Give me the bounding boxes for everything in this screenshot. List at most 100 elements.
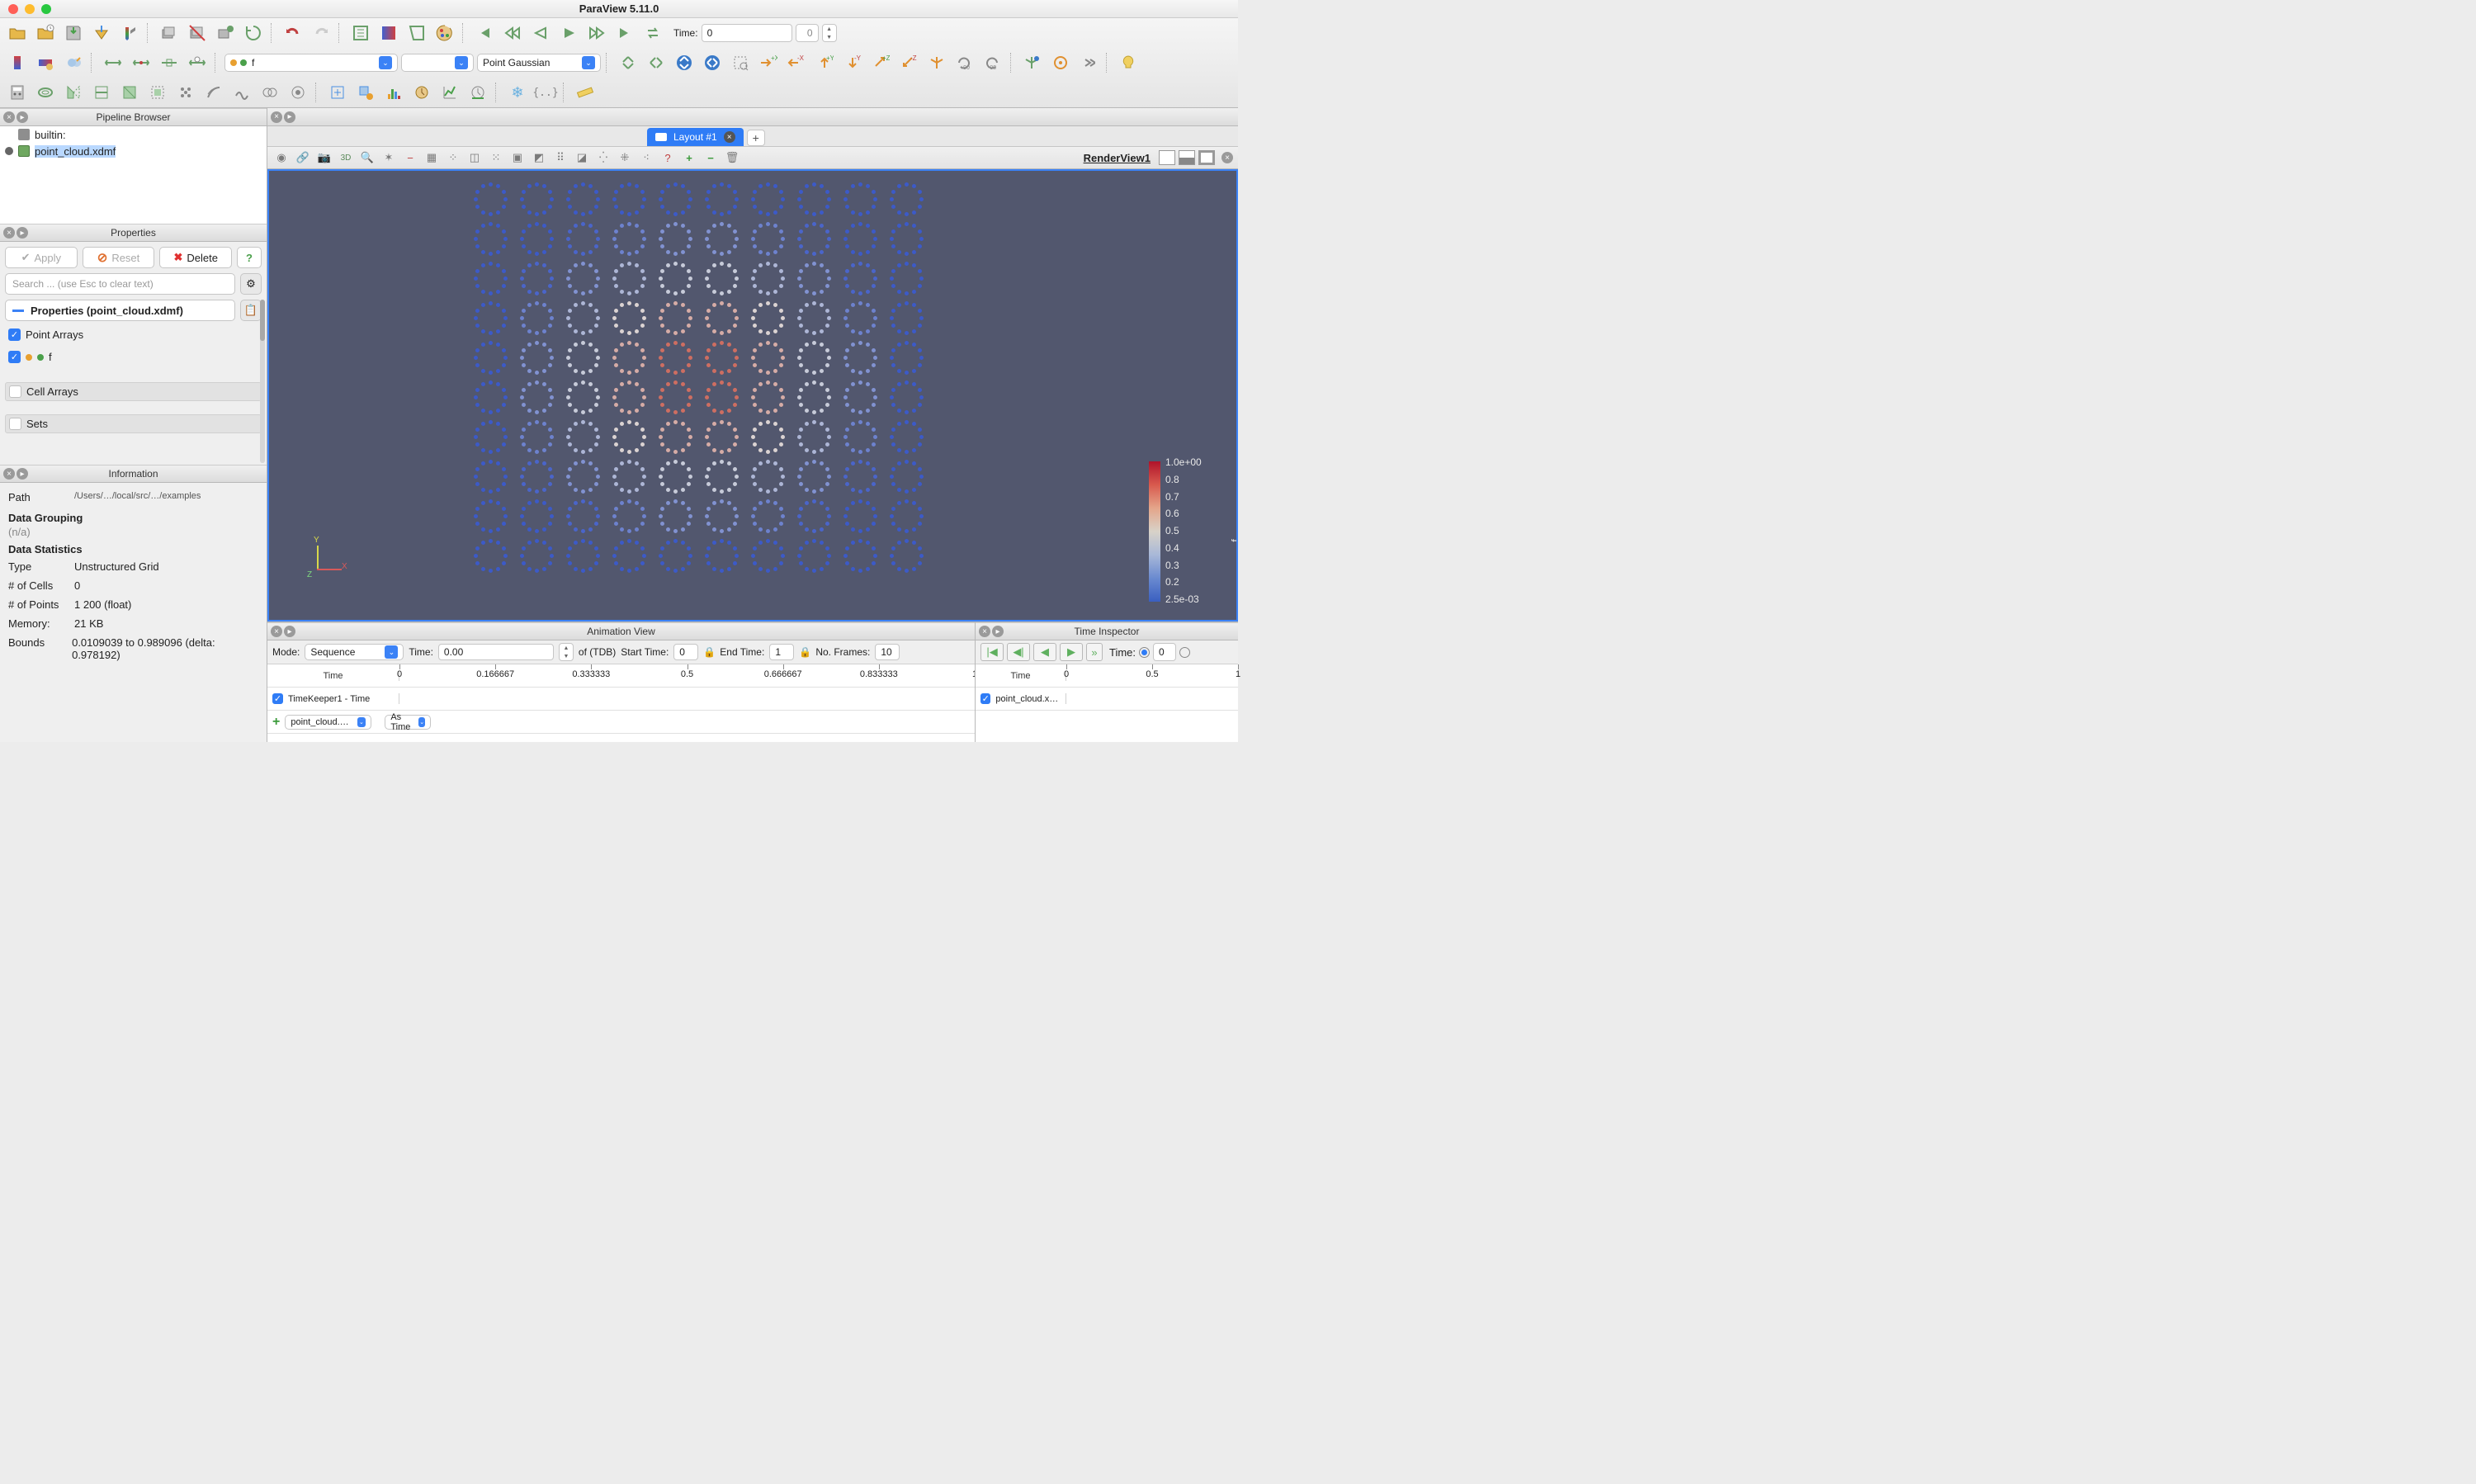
track-source-combo[interactable]: point_cloud.xdmf⌄ <box>285 715 371 730</box>
threshold-icon[interactable] <box>117 80 142 105</box>
rotate-cw-icon[interactable]: +90 <box>952 50 977 75</box>
extract-grid-icon[interactable] <box>145 80 170 105</box>
reset-button[interactable]: ⊘Reset <box>83 247 155 268</box>
ti-more-icon[interactable]: » <box>1086 643 1103 661</box>
calculator-icon[interactable] <box>5 80 30 105</box>
checkbox-icon[interactable] <box>9 385 21 398</box>
screenshot-icon[interactable]: 📷 <box>315 149 333 167</box>
pipeline-source[interactable]: point_cloud.xdmf <box>0 143 267 159</box>
trash-icon[interactable]: 🗑 <box>723 149 741 167</box>
representation-combo[interactable]: Point Gaussian ⌄ <box>477 54 601 72</box>
add-selection-icon[interactable]: + <box>680 149 698 167</box>
time-spinner[interactable]: ▲▼ <box>822 24 837 42</box>
warp-icon[interactable] <box>229 80 254 105</box>
float-panel-icon[interactable]: ▸ <box>284 111 295 123</box>
vcr-reverse-icon[interactable] <box>528 21 553 45</box>
edit-colormap-icon[interactable] <box>33 50 58 75</box>
ti-first-icon[interactable]: |◀ <box>980 643 1004 661</box>
lock-icon[interactable]: 🔒 <box>799 646 810 658</box>
checkbox-icon[interactable] <box>9 418 21 430</box>
zoom-to-box-icon[interactable] <box>728 50 753 75</box>
arrows-time-icon[interactable] <box>185 50 210 75</box>
copy-button[interactable]: 📋 <box>240 300 262 321</box>
clear-selection-icon[interactable]: ? <box>659 149 677 167</box>
zoom-icon[interactable]: 🔍 <box>358 149 376 167</box>
add-tab-button[interactable]: + <box>747 130 765 146</box>
minus-y-icon[interactable]: -Y <box>840 50 865 75</box>
contour-filter-icon[interactable] <box>376 21 401 45</box>
histogram-icon[interactable] <box>381 80 406 105</box>
ti-back-icon[interactable]: ◀| <box>1007 643 1030 661</box>
select-block-icon[interactable]: ▣ <box>508 149 527 167</box>
num-frames-field[interactable]: 10 <box>875 644 900 660</box>
checkbox-icon[interactable]: ✓ <box>8 351 21 363</box>
minus-z-icon[interactable]: -Z <box>896 50 921 75</box>
disconnect-icon[interactable] <box>185 21 210 45</box>
interactive-select-points-icon[interactable]: ⠿ <box>551 149 569 167</box>
help-button[interactable]: ? <box>237 247 262 268</box>
frame-radio[interactable] <box>1179 647 1190 658</box>
stream-tracer-icon[interactable] <box>201 80 226 105</box>
ruler-icon[interactable] <box>573 80 598 105</box>
advanced-toggle-icon[interactable]: ⚙ <box>240 273 262 295</box>
reset-camera-icon[interactable] <box>616 50 640 75</box>
lock-icon[interactable]: 🔒 <box>703 646 715 658</box>
coloring-combo[interactable]: f ⌄ <box>224 54 398 72</box>
color-palette-icon[interactable] <box>117 21 142 45</box>
split-h-icon[interactable] <box>1159 150 1175 165</box>
delete-button[interactable]: ✖Delete <box>159 247 232 268</box>
clip-icon[interactable] <box>61 80 86 105</box>
pipeline-server[interactable]: builtin: <box>0 126 267 143</box>
time-radio[interactable] <box>1139 647 1150 658</box>
point-arrays-check[interactable]: ✓ Point Arrays <box>5 326 262 343</box>
isometric-icon[interactable] <box>924 50 949 75</box>
calculator-filter-icon[interactable] <box>348 21 373 45</box>
lightbulb-icon[interactable] <box>1116 50 1141 75</box>
reset-camera-x-icon[interactable] <box>672 50 697 75</box>
rescale-icon[interactable] <box>61 50 86 75</box>
scalar-bar-icon[interactable] <box>5 50 30 75</box>
vcr-forward-icon[interactable] <box>584 21 609 45</box>
contour-icon[interactable] <box>33 80 58 105</box>
layout-tab[interactable]: Layout #1 × <box>647 128 744 146</box>
time-index-field[interactable]: 0 <box>796 24 819 42</box>
hover-cells-icon[interactable]: ◪ <box>573 149 591 167</box>
f-array-check[interactable]: ✓ f <box>5 348 262 366</box>
minus-icon[interactable]: − <box>401 149 419 167</box>
checkbox-icon[interactable]: ✓ <box>272 693 283 704</box>
add-track-row[interactable]: + point_cloud.xdmf⌄ As Time⌄ <box>267 715 399 730</box>
sets-check[interactable]: Sets <box>5 414 262 433</box>
vcr-first-icon[interactable] <box>472 21 497 45</box>
extract-level-icon[interactable] <box>286 80 310 105</box>
properties-search[interactable]: Search ... (use Esc to clear text) <box>5 273 235 295</box>
animation-time-spinner[interactable]: ▲▼ <box>559 643 574 661</box>
show-center-icon[interactable] <box>1048 50 1073 75</box>
time-inspector-timeline[interactable]: Time 00.51 ✓ point_cloud.xdmf <box>976 664 1238 742</box>
open-file-icon[interactable] <box>5 21 30 45</box>
reload-icon[interactable] <box>241 21 266 45</box>
ti-play-icon[interactable]: ▶ <box>1060 643 1083 661</box>
link-camera-icon[interactable]: 🔗 <box>294 149 312 167</box>
pipeline-browser[interactable]: builtin: point_cloud.xdmf <box>0 126 267 224</box>
group-icon[interactable] <box>258 80 282 105</box>
server-icon[interactable] <box>213 21 238 45</box>
vcr-last-icon[interactable] <box>612 21 637 45</box>
save-data-icon[interactable] <box>61 21 86 45</box>
maximize-icon[interactable] <box>1198 150 1215 165</box>
selection-display-icon[interactable] <box>325 80 350 105</box>
add-icon[interactable]: + <box>272 715 280 730</box>
visibility-icon[interactable] <box>5 147 13 155</box>
shrink-selection-icon[interactable]: ⁖ <box>637 149 655 167</box>
ti-reverse-icon[interactable]: ◀ <box>1033 643 1056 661</box>
render-view[interactable]: Y X Z 1.0e+000.80.70.60.50.40.30.22.5e-0… <box>267 169 1238 621</box>
copy-camera-icon[interactable]: ◉ <box>272 149 291 167</box>
component-combo[interactable]: ⌄ <box>401 54 474 72</box>
load-palette-icon[interactable] <box>432 21 457 45</box>
recent-files-icon[interactable] <box>33 21 58 45</box>
ti-time-field[interactable]: 0 <box>1153 643 1176 661</box>
plus-z-icon[interactable]: +Z <box>868 50 893 75</box>
color-legend[interactable]: 1.0e+000.80.70.60.50.40.30.22.5e-03 f <box>1149 456 1225 613</box>
animation-time-field[interactable]: 0.00 <box>438 644 554 660</box>
temporal-icon[interactable] <box>409 80 434 105</box>
vcr-back-icon[interactable] <box>500 21 525 45</box>
